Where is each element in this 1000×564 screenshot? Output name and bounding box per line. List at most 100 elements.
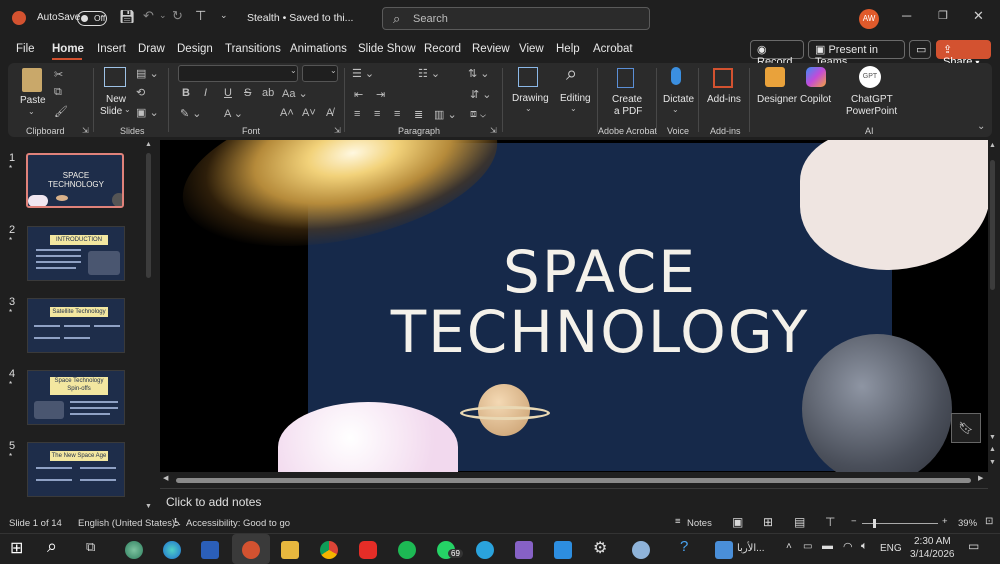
help-icon[interactable]: ? (680, 538, 688, 555)
highlight-icon[interactable]: ✎ ⌄ (180, 107, 202, 120)
chevron-down-icon[interactable]: ⌄ (330, 66, 337, 75)
layout-icon[interactable]: ▤ ⌄ (136, 67, 159, 80)
decrease-indent-icon[interactable]: ⇤ (354, 88, 363, 101)
chevron-down-icon[interactable]: ⌄ (290, 66, 297, 75)
copilot-button[interactable]: Copilot (800, 94, 831, 105)
slide-thumbnail-1[interactable]: SPACE TECHNOLOGY (26, 153, 124, 208)
notes-toggle[interactable]: Notes (687, 518, 712, 529)
menu-transitions[interactable]: Transitions (225, 43, 281, 55)
paste-icon[interactable] (22, 68, 42, 92)
present-in-teams-button[interactable]: ▣ Present in Teams (808, 40, 905, 68)
next-slide-icon[interactable]: ▼ (989, 459, 996, 466)
bullets-icon[interactable]: ☰ ⌄ (352, 67, 374, 80)
menu-view[interactable]: View (519, 43, 544, 55)
redo-icon[interactable]: ↻ (172, 8, 183, 24)
zoom-out-icon[interactable]: − (851, 516, 857, 527)
wifi-icon[interactable]: ◠ (843, 540, 853, 553)
chrome-icon[interactable] (320, 541, 338, 559)
undo-dropdown-icon[interactable]: ⌄ (159, 10, 167, 21)
task-view-icon[interactable]: ⧉ (86, 539, 95, 555)
accessibility-status[interactable]: Accessibility: Good to go (186, 518, 290, 529)
menu-slide-show[interactable]: Slide Show (358, 43, 416, 55)
save-icon[interactable]: 💾︎ (119, 9, 136, 25)
undo-icon[interactable]: ↶ (143, 8, 154, 24)
align-left-icon[interactable]: ≡ (354, 108, 360, 120)
paste-button[interactable]: Paste (20, 95, 46, 106)
close-icon[interactable]: ✕ (973, 8, 984, 24)
vscode-icon[interactable] (554, 541, 572, 559)
smartart-icon[interactable]: ⧈ ⌄ (470, 108, 486, 121)
previous-slide-icon[interactable]: ▲ (989, 446, 996, 453)
increase-indent-icon[interactable]: ⇥ (376, 88, 385, 101)
input-language[interactable]: ENG (880, 543, 902, 554)
scroll-right-icon[interactable]: ▶ (978, 474, 983, 482)
scroll-down-icon[interactable]: ▼ (989, 434, 996, 441)
thumbnails-scrollbar[interactable] (146, 153, 151, 278)
character-spacing-icon[interactable]: ab (262, 87, 274, 99)
chevron-down-icon[interactable]: ⌄ (124, 105, 131, 114)
powerpoint-icon[interactable] (242, 541, 260, 559)
menu-draw[interactable]: Draw (138, 43, 165, 55)
slide-thumbnail-2[interactable]: INTRODUCTION (27, 226, 125, 281)
font-name-combo[interactable] (178, 65, 298, 82)
create-pdf-button[interactable]: Create (612, 94, 642, 105)
slide-sorter-icon[interactable]: ⊞ (763, 515, 773, 529)
zoom-slider-thumb[interactable] (873, 519, 876, 528)
cut-icon[interactable]: ✂ (54, 68, 63, 81)
scroll-up-icon[interactable]: ▲ (989, 142, 996, 149)
customize-toolbar-icon[interactable]: ⌄ (220, 10, 228, 21)
editing-icon[interactable]: ⌕ (566, 63, 577, 86)
increase-font-icon[interactable]: A˄ (280, 107, 294, 119)
volume-icon[interactable]: 🔈︎ (861, 540, 868, 553)
section-icon[interactable]: ▣ ⌄ (136, 106, 159, 119)
slide-scrollbar-vertical[interactable] (990, 160, 995, 290)
dialog-launcher-icon[interactable]: ⇲ (334, 126, 341, 135)
text-direction-icon[interactable]: ⇵ ⌄ (470, 88, 492, 101)
italic-icon[interactable]: I (204, 87, 207, 99)
show-hidden-icons-icon[interactable]: ˄ (786, 541, 792, 552)
new-slide-button[interactable]: New (106, 94, 126, 105)
clear-formatting-icon[interactable]: A̸ (326, 107, 333, 119)
underline-icon[interactable]: U (224, 87, 232, 99)
chrome-profile-icon[interactable] (125, 541, 143, 559)
edge-icon[interactable] (163, 541, 181, 559)
notes-pane[interactable]: Click to add notes (160, 488, 988, 515)
copy-icon[interactable]: ⧉ (54, 86, 62, 99)
format-painter-icon[interactable]: 🖌︎ (54, 105, 68, 118)
change-case-icon[interactable]: Aa ⌄ (282, 87, 308, 100)
chatgpt-button[interactable]: ChatGPT (851, 94, 893, 105)
share-button[interactable]: ⇪ Share ▾ (936, 40, 991, 68)
align-right-icon[interactable]: ≡ (394, 108, 400, 120)
youtube-icon[interactable] (359, 541, 377, 559)
slide-title-line-2[interactable]: TECHNOLOGY (308, 298, 892, 366)
maximize-icon[interactable]: ❐ (938, 9, 948, 22)
menu-help[interactable]: Help (556, 43, 580, 55)
line-spacing-icon[interactable]: ⇅ ⌄ (468, 67, 490, 80)
decrease-font-icon[interactable]: A˅ (302, 107, 316, 119)
menu-file[interactable]: File (16, 43, 35, 55)
new-slide-icon[interactable] (104, 67, 126, 87)
menu-home[interactable]: Home (52, 43, 84, 55)
document-icon[interactable] (715, 541, 733, 559)
chevron-down-icon[interactable]: ⌄ (525, 104, 532, 113)
menu-design[interactable]: Design (177, 43, 213, 55)
slide-title-line-1[interactable]: SPACE (308, 238, 892, 306)
settings-icon[interactable]: ⚙ (593, 538, 607, 558)
slide-thumbnail-5[interactable]: The New Space Age (27, 442, 125, 497)
drawing-button[interactable]: Drawing (512, 93, 549, 104)
strikethrough-icon[interactable]: S (244, 87, 251, 99)
menu-insert[interactable]: Insert (97, 43, 126, 55)
dialog-launcher-icon[interactable]: ⇲ (82, 126, 89, 135)
menu-review[interactable]: Review (472, 43, 510, 55)
chevron-down-icon[interactable]: ⌄ (672, 105, 679, 114)
slide-thumbnail-4[interactable]: Space Technology Spin-offs (27, 370, 125, 425)
document-title[interactable]: Stealth • Saved to thi... (247, 12, 353, 24)
normal-view-icon[interactable]: ▣ (732, 515, 743, 529)
slide-editor[interactable]: SPACE TECHNOLOGY (160, 140, 988, 472)
reset-icon[interactable]: ⟲ (136, 86, 145, 99)
dictate-button[interactable]: Dictate (663, 94, 694, 105)
menu-record[interactable]: Record (424, 43, 461, 55)
notification-icon[interactable]: ▭ (968, 539, 979, 553)
taskbar-search-widget[interactable]: الأربا... (737, 543, 764, 554)
clock-date[interactable]: 3/14/2026 (910, 549, 955, 560)
